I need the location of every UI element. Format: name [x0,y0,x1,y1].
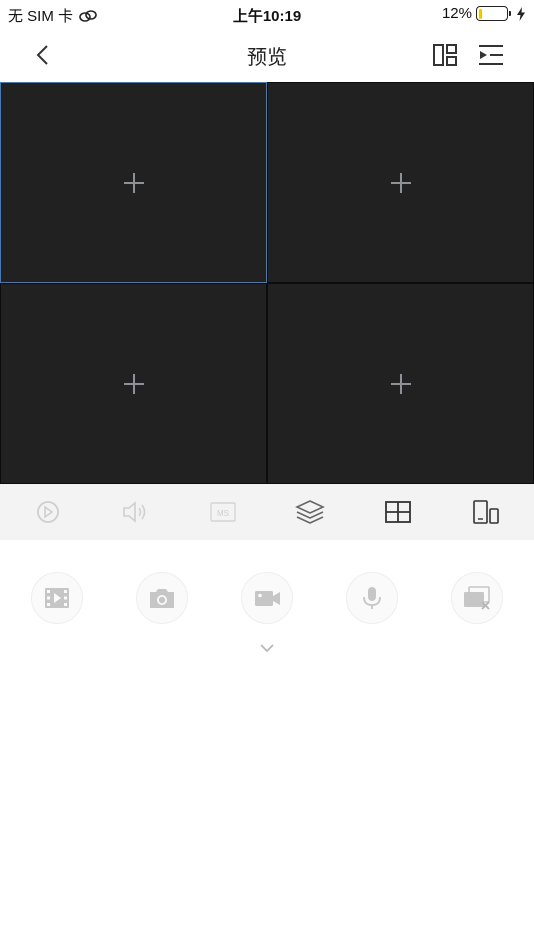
video-grid [0,82,534,484]
plus-icon[interactable] [390,373,412,395]
layers-icon[interactable] [295,498,325,526]
play-list-icon[interactable] [477,42,505,68]
microphone-icon [363,587,381,609]
status-bar: 无 SIM 卡 上午10:19 12% [0,0,534,28]
split-layout-icon[interactable] [432,42,458,68]
device-switch-icon[interactable] [471,498,501,526]
battery-percent: 12% [441,5,472,22]
plus-icon[interactable] [123,373,145,395]
battery-fill [478,8,482,19]
close-all-windows-icon [464,586,490,610]
record-button[interactable] [241,572,293,624]
charging-bolt-icon [517,6,525,21]
video-window-3[interactable] [0,283,267,484]
plus-icon[interactable] [123,172,145,194]
video-playback-icon [45,588,69,608]
video-record-icon [255,591,280,606]
battery-icon [476,6,511,21]
play-icon[interactable] [33,498,63,526]
quality-badge-label: MS [217,509,229,518]
quality-badge-icon[interactable]: MS [208,498,238,526]
talk-button[interactable] [346,572,398,624]
control-toolbar: MS [0,484,534,540]
snapshot-button[interactable] [136,572,188,624]
video-playback-button[interactable] [31,572,83,624]
plus-icon[interactable] [390,172,412,194]
video-window-2[interactable] [267,82,534,283]
speaker-icon[interactable] [120,498,150,526]
grid-4-icon[interactable] [383,498,413,526]
close-all-button[interactable] [451,572,503,624]
video-window-4[interactable] [267,283,534,484]
chevron-down-icon[interactable] [258,640,276,656]
camera-snapshot-icon [150,589,174,608]
status-right: 12% [442,5,526,22]
video-window-1[interactable] [0,82,267,283]
nav-bar: 预览 [0,28,534,82]
